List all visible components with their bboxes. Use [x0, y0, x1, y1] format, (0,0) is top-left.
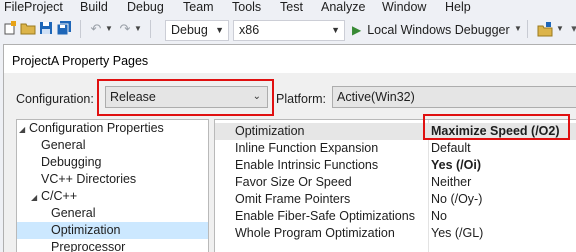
solution-config-value: Debug	[171, 23, 208, 37]
configuration-label: Configuration:	[16, 92, 94, 106]
dialog-title: ProjectA Property Pages	[12, 54, 149, 68]
toolbar-extra-icon[interactable]	[537, 21, 553, 37]
toolbar-extra-dropdown-icon[interactable]: ▼	[556, 22, 564, 36]
tree-item-debugging[interactable]: Debugging	[17, 154, 208, 171]
start-debugging-label: Local Windows Debugger	[367, 23, 510, 37]
tree-item-label: Preprocessor	[51, 240, 126, 252]
menu-help[interactable]: Help	[445, 0, 471, 14]
platform-value: Active(Win32)	[337, 90, 415, 104]
tree-item-c-cpp-general[interactable]: General	[17, 205, 208, 222]
property-name: Omit Frame Pointers	[235, 192, 351, 206]
toolbar-overflow-icon[interactable]: ▾	[566, 21, 576, 37]
property-row-inline-function-expansion[interactable]: Inline Function Expansion Default	[215, 140, 576, 157]
property-name: Inline Function Expansion	[235, 141, 379, 155]
redo-dropdown-icon[interactable]: ▼	[134, 22, 142, 36]
configuration-highlight-box	[97, 79, 274, 116]
play-icon: ▶	[352, 23, 362, 37]
toolbar-separator	[80, 20, 81, 38]
tree-item-general[interactable]: General	[17, 137, 208, 154]
property-name: Optimization	[235, 124, 305, 138]
solution-platform-value: x86	[239, 23, 260, 37]
property-tree: ◢ Configuration Properties General Debugg…	[16, 119, 209, 252]
property-value[interactable]: Neither	[431, 174, 471, 191]
optimization-value-highlight-box	[423, 114, 570, 140]
solution-config-combo[interactable]: Debug ▼	[165, 20, 229, 41]
expanded-arrow-icon[interactable]: ◢	[31, 189, 41, 206]
start-debugging-button[interactable]: ▶ Local Windows Debugger	[352, 20, 510, 41]
undo-dropdown-icon[interactable]: ▼	[105, 22, 113, 36]
menu-window[interactable]: Window	[382, 0, 426, 14]
property-name: Favor Size Or Speed	[235, 175, 352, 189]
chevron-down-icon: ▼	[331, 25, 340, 35]
property-value[interactable]: No	[431, 208, 447, 225]
property-row-enable-intrinsic-functions[interactable]: Enable Intrinsic Functions Yes (/Oi)	[215, 157, 576, 174]
property-row-omit-frame-pointers[interactable]: Omit Frame Pointers No (/Oy-)	[215, 191, 576, 208]
toolbar: ↶ ▼ ↷ ▼ Debug ▼ x86 ▼ ▶ Local Windows Deb…	[0, 15, 576, 44]
save-icon[interactable]	[38, 21, 54, 37]
property-name: Enable Intrinsic Functions	[235, 158, 379, 172]
redo-icon[interactable]: ↷	[117, 21, 133, 37]
open-folder-icon[interactable]	[20, 21, 36, 37]
menu-tools[interactable]: Tools	[232, 0, 261, 14]
property-value[interactable]: No (/Oy-)	[431, 191, 482, 208]
tree-item-label: General	[41, 138, 86, 152]
property-pages-dialog: ProjectA Property Pages Configuration: R…	[3, 44, 576, 252]
property-value[interactable]: Default	[431, 140, 471, 157]
platform-label: Platform:	[276, 92, 327, 106]
new-project-icon[interactable]	[2, 21, 18, 37]
chevron-down-icon: ▼	[215, 25, 224, 35]
tree-item-label: VC++ Directories	[41, 172, 137, 186]
menu-analyze[interactable]: Analyze	[321, 0, 365, 14]
menu-bar: File Project Build Debug Team Tools Test…	[0, 0, 576, 15]
menu-test[interactable]: Test	[280, 0, 303, 14]
debug-target-dropdown-icon[interactable]: ▼	[514, 22, 522, 36]
tree-item-vc-directories[interactable]: VC++ Directories	[17, 171, 208, 188]
tree-item-optimization[interactable]: Optimization	[17, 222, 208, 239]
property-name: Enable Fiber-Safe Optimizations	[235, 209, 415, 223]
tree-item-configuration-properties[interactable]: ◢ Configuration Properties	[17, 120, 208, 137]
tree-item-label: Configuration Properties	[29, 121, 164, 135]
property-row-enable-fiber-safe-optimizations[interactable]: Enable Fiber-Safe Optimizations No	[215, 208, 576, 225]
property-row-whole-program-optimization[interactable]: Whole Program Optimization Yes (/GL)	[215, 225, 576, 242]
tree-item-label: General	[51, 206, 96, 220]
tree-item-label: Optimization	[51, 223, 121, 237]
save-all-icon[interactable]	[56, 21, 72, 37]
property-value[interactable]: Yes (/Oi)	[431, 157, 481, 174]
toolbar-separator	[527, 20, 528, 38]
menu-debug[interactable]: Debug	[127, 0, 164, 14]
undo-icon[interactable]: ↶	[88, 21, 104, 37]
platform-combo[interactable]: Active(Win32)	[332, 86, 576, 108]
tree-item-label: Debugging	[41, 155, 102, 169]
menu-team[interactable]: Team	[183, 0, 214, 14]
property-row-favor-size-or-speed[interactable]: Favor Size Or Speed Neither	[215, 174, 576, 191]
toolbar-separator	[150, 20, 151, 38]
tree-item-c-cpp[interactable]: ◢ C/C++	[17, 188, 208, 205]
menu-build[interactable]: Build	[80, 0, 108, 14]
expanded-arrow-icon[interactable]: ◢	[19, 121, 29, 138]
menu-project[interactable]: Project	[24, 0, 63, 14]
menu-file[interactable]: File	[4, 0, 24, 14]
tree-item-label: C/C++	[41, 189, 78, 203]
tree-item-preprocessor[interactable]: Preprocessor	[17, 239, 208, 252]
property-name: Whole Program Optimization	[235, 226, 395, 240]
solution-platform-combo[interactable]: x86 ▼	[233, 20, 345, 41]
property-value[interactable]: Yes (/GL)	[431, 225, 483, 242]
